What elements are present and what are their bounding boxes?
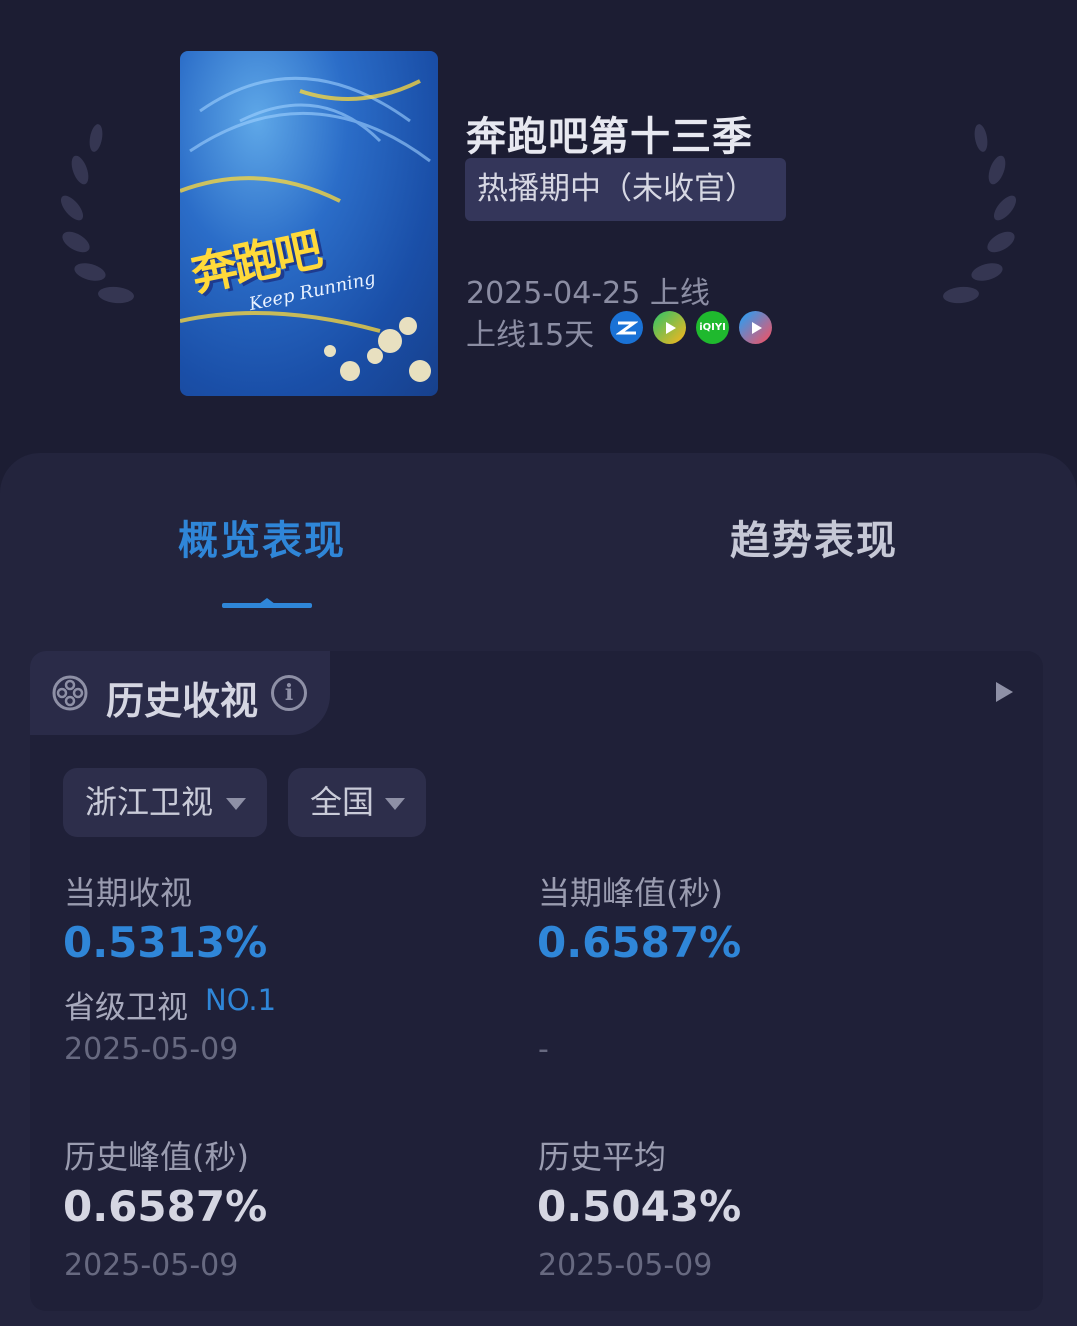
tab-overview[interactable]: 概览表现	[178, 508, 346, 566]
current-peak-value: 0.6587%	[537, 918, 742, 967]
history-peak-date: 2025-05-09	[64, 1248, 239, 1283]
status-badge: 热播期中（未收官）	[465, 158, 786, 221]
youku-icon[interactable]	[739, 311, 772, 344]
history-peak-value: 0.6587%	[63, 1182, 268, 1231]
release-date: 2025-04-25 上线	[466, 276, 710, 311]
active-tab-notch	[259, 598, 275, 604]
caret-down-icon	[226, 798, 246, 810]
play-icon[interactable]	[996, 682, 1013, 702]
caret-down-icon	[385, 798, 405, 810]
tab-trend[interactable]: 趋势表现	[730, 508, 898, 566]
tencent-video-icon[interactable]	[653, 311, 686, 344]
channel-dropdown-value: 浙江卫视	[85, 783, 214, 821]
platform-list: iQIYI	[610, 311, 772, 344]
section-title: 历史收视	[106, 679, 259, 723]
laurel-right-icon	[943, 124, 1017, 304]
history-average-value: 0.5043%	[537, 1182, 742, 1231]
show-poster[interactable]: 奔跑吧 Keep Running	[180, 51, 438, 396]
history-peak-label: 历史峰值(秒)	[64, 1138, 249, 1176]
current-rating-value: 0.5313%	[63, 918, 268, 967]
iqiyi-icon[interactable]: iQIYI	[696, 311, 729, 344]
laurel-left-icon	[60, 124, 134, 304]
film-reel-icon	[52, 675, 88, 711]
current-rating-date: 2025-05-09	[64, 1032, 239, 1067]
channel-dropdown[interactable]: 浙江卫视	[63, 768, 267, 837]
info-icon[interactable]: i	[271, 675, 307, 711]
history-average-label: 历史平均	[538, 1138, 667, 1176]
current-peak-label: 当期峰值(秒)	[538, 874, 723, 912]
show-header: 奔跑吧 Keep Running 奔跑吧第十三季 热播期中（未收官） 2025-…	[0, 0, 1077, 460]
current-peak-date: -	[538, 1032, 549, 1067]
show-title: 奔跑吧第十三季	[466, 114, 753, 160]
region-dropdown[interactable]: 全国	[288, 768, 426, 837]
history-average-date: 2025-05-09	[538, 1248, 713, 1283]
zhejiang-tv-icon[interactable]	[610, 311, 643, 344]
days-online: 上线15天	[466, 318, 595, 353]
region-dropdown-value: 全国	[310, 783, 375, 821]
current-rating-label: 当期收视	[64, 874, 193, 912]
rank-value: NO.1	[205, 983, 277, 1017]
rank-label: 省级卫视	[64, 990, 188, 1026]
